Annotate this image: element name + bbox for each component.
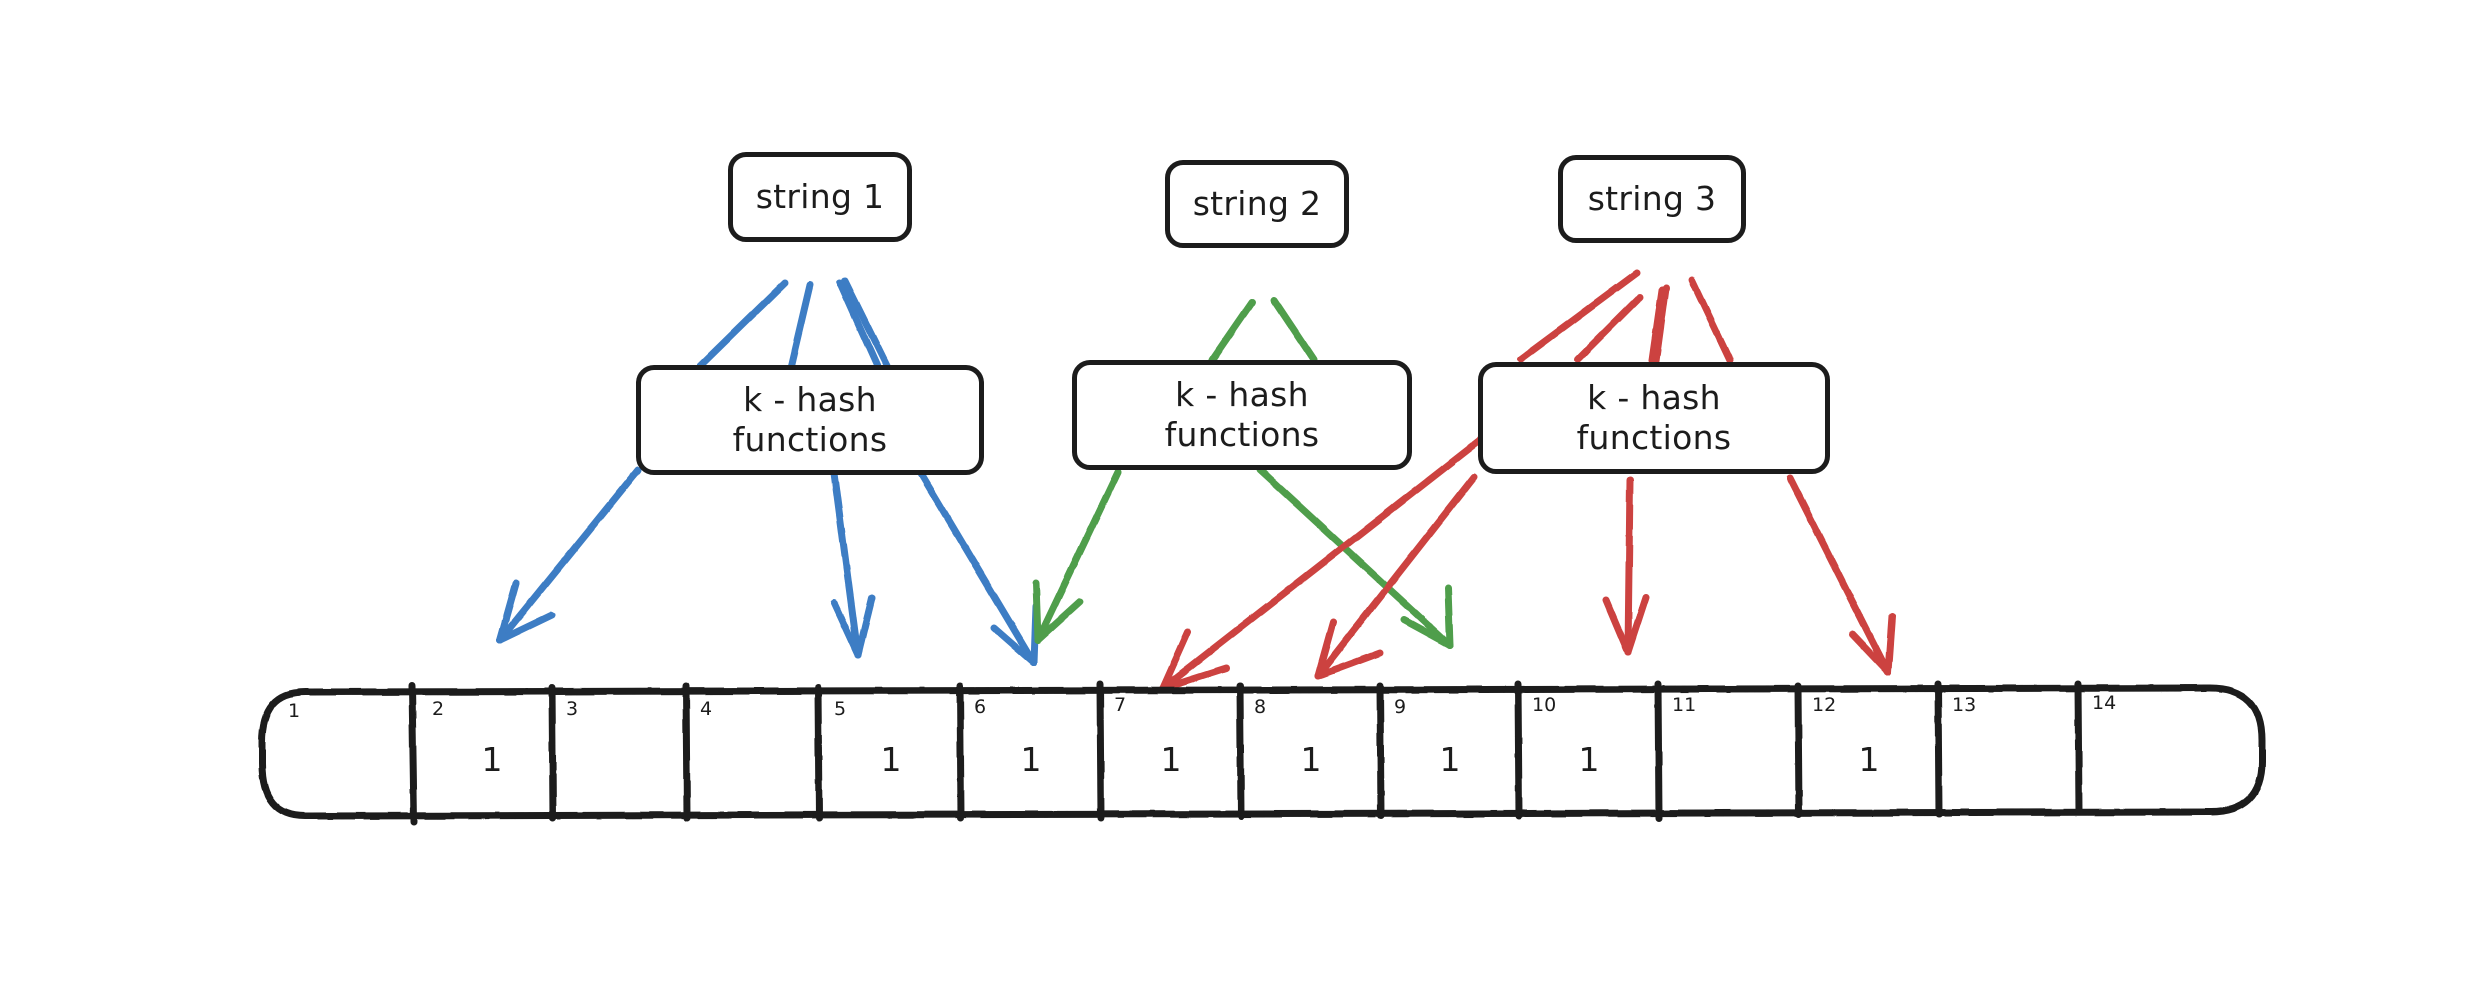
- bit-value-12: 1: [1858, 740, 1880, 779]
- bit-index-12: 12: [1812, 694, 1837, 716]
- bit-index-10: 10: [1532, 694, 1557, 716]
- bit-value-2: 1: [481, 740, 503, 779]
- hash-box-3[interactable]: k - hash functions: [1478, 362, 1830, 474]
- bit-value-6: 1: [1020, 740, 1042, 779]
- bit-index-3: 3: [566, 698, 579, 720]
- bit-value-10: 1: [1578, 740, 1600, 779]
- bit-index-11: 11: [1672, 694, 1697, 716]
- input-box-string-2[interactable]: string 2: [1165, 160, 1349, 248]
- bit-value-9: 1: [1439, 740, 1461, 779]
- hash-box-2-label: k - hash functions: [1164, 374, 1320, 454]
- hash-box-1[interactable]: k - hash functions: [636, 365, 984, 475]
- bit-value-7: 1: [1160, 740, 1182, 779]
- bit-index-1: 1: [288, 700, 301, 722]
- bit-array-layer: [258, 680, 2266, 826]
- input-label-string-2: string 2: [1192, 183, 1322, 223]
- bit-index-14: 14: [2092, 692, 2117, 714]
- hash-box-2[interactable]: k - hash functions: [1072, 360, 1412, 470]
- bit-index-8: 8: [1254, 696, 1267, 718]
- hash-box-3-label: k - hash functions: [1576, 377, 1732, 457]
- bit-index-13: 13: [1952, 694, 1977, 716]
- bit-index-2: 2: [432, 698, 445, 720]
- bit-index-6: 6: [974, 696, 987, 718]
- bit-value-5: 1: [880, 740, 902, 779]
- bit-index-4: 4: [700, 698, 713, 720]
- hash-box-1-label: k - hash functions: [732, 379, 888, 459]
- diagram-canvas: string 1 string 2 string 3 k - hash func…: [0, 0, 2492, 984]
- bit-index-9: 9: [1394, 696, 1407, 718]
- input-box-string-1[interactable]: string 1: [728, 152, 912, 242]
- input-label-string-3: string 3: [1587, 178, 1717, 218]
- input-box-string-3[interactable]: string 3: [1558, 155, 1746, 243]
- input-label-string-1: string 1: [755, 176, 885, 216]
- bit-value-8: 1: [1300, 740, 1322, 779]
- bit-index-5: 5: [834, 698, 847, 720]
- bit-index-7: 7: [1114, 694, 1127, 716]
